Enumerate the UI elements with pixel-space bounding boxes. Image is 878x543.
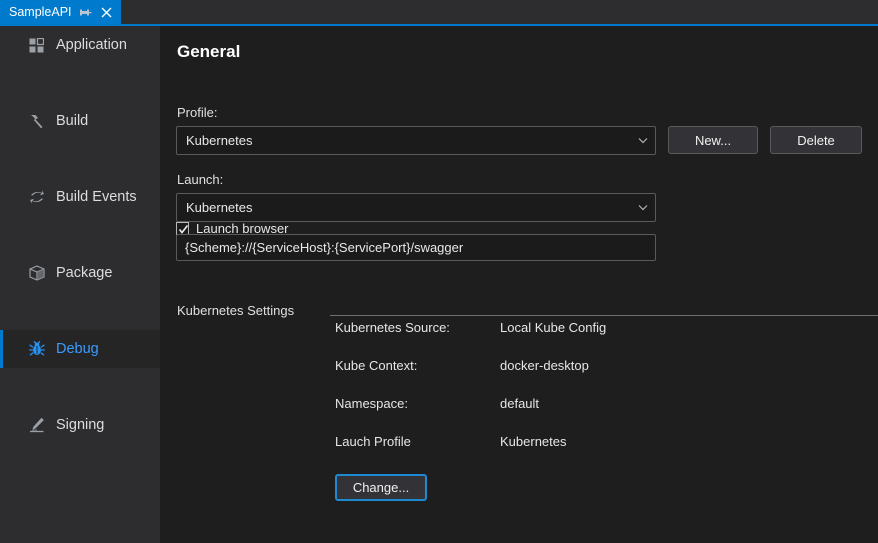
sidebar-item-label: Signing xyxy=(56,417,105,433)
sidebar-item-build-events[interactable]: Build Events xyxy=(0,178,160,216)
close-icon[interactable] xyxy=(100,5,114,19)
box-icon xyxy=(28,265,45,282)
sidebar-item-build[interactable]: Build xyxy=(0,102,160,140)
sidebar-item-package[interactable]: Package xyxy=(0,254,160,292)
sidebar-item-label: Package xyxy=(56,265,113,281)
launch-profile-value: Kubernetes xyxy=(500,434,567,449)
kube-context-label: Kube Context: xyxy=(335,358,418,373)
launch-url-value: {Scheme}://{ServiceHost}:{ServicePort}/s… xyxy=(185,240,464,255)
namespace-label: Namespace: xyxy=(335,396,408,411)
pin-icon[interactable] xyxy=(79,5,93,19)
section-divider xyxy=(330,315,878,316)
tab-strip: SampleAPI xyxy=(0,0,878,24)
sidebar-item-application[interactable]: Application xyxy=(0,26,160,64)
tab-label: SampleAPI xyxy=(9,5,72,19)
chevron-down-icon xyxy=(637,202,649,214)
profile-label: Profile: xyxy=(177,105,218,120)
arrows-icon xyxy=(28,189,45,206)
new-profile-button[interactable]: New... xyxy=(668,126,758,154)
sidebar-item-label: Application xyxy=(56,37,127,53)
page-title: General xyxy=(177,42,241,61)
profile-combobox-value: Kubernetes xyxy=(186,133,253,148)
sidebar: Application Build Build Events Package D… xyxy=(0,26,160,543)
chevron-down-icon xyxy=(637,135,649,147)
sidebar-item-debug[interactable]: Debug xyxy=(0,330,160,368)
kubernetes-settings-header: Kubernetes Settings xyxy=(177,303,295,318)
sidebar-item-label: Build xyxy=(56,113,89,129)
change-button[interactable]: Change... xyxy=(335,474,427,501)
content-pane: General Profile: Kubernetes New... Delet… xyxy=(160,26,878,543)
kubernetes-source-label: Kubernetes Source: xyxy=(335,320,450,335)
sidebar-item-signing[interactable]: Signing xyxy=(0,406,160,444)
sidebar-item-label: Debug xyxy=(56,341,99,357)
grid-icon xyxy=(28,37,45,54)
launch-browser-checkbox[interactable] xyxy=(176,221,189,235)
tab-sampleapi[interactable]: SampleAPI xyxy=(0,0,121,24)
hammer-icon xyxy=(28,113,45,130)
kube-context-value: docker-desktop xyxy=(500,358,589,373)
launch-profile-label: Lauch Profile xyxy=(335,434,411,449)
kubernetes-source-value: Local Kube Config xyxy=(500,320,607,335)
profile-combobox[interactable]: Kubernetes xyxy=(176,126,656,155)
pen-icon xyxy=(28,417,45,434)
launch-label: Launch: xyxy=(177,172,224,187)
launch-url-input[interactable]: {Scheme}://{ServiceHost}:{ServicePort}/s… xyxy=(176,234,656,261)
namespace-value: default xyxy=(500,396,540,411)
delete-profile-button[interactable]: Delete xyxy=(770,126,862,154)
bug-icon xyxy=(28,341,45,358)
sidebar-item-label: Build Events xyxy=(56,189,137,205)
